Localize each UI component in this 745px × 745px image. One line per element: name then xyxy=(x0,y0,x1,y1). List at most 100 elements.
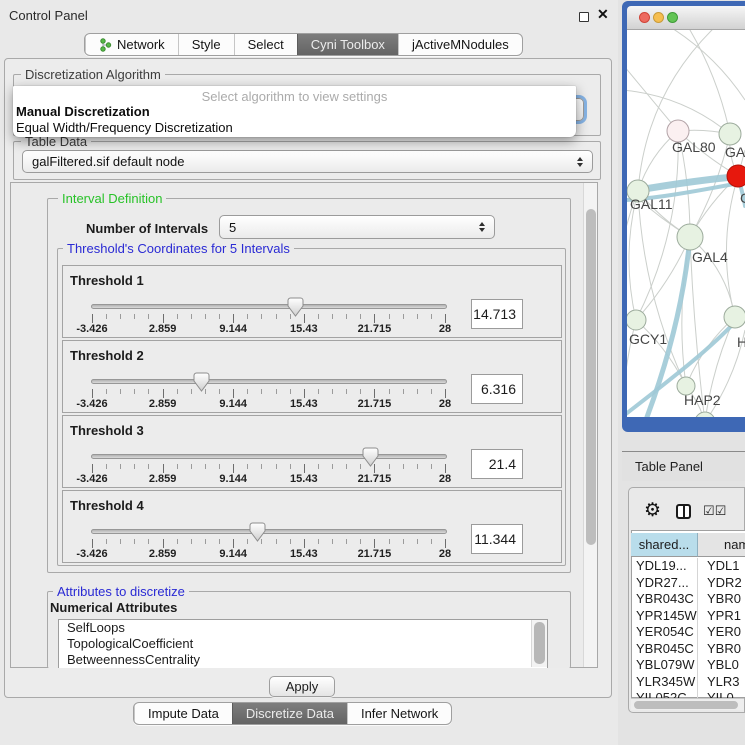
float-window-icon[interactable] xyxy=(579,12,589,22)
cell-shared-name[interactable]: YDR27... xyxy=(631,575,698,592)
slider-track[interactable] xyxy=(91,379,447,384)
threshold-value-field[interactable]: 6.316 xyxy=(471,374,523,404)
tab[interactable]: Infer Network xyxy=(347,703,451,724)
attribute-list-item[interactable]: TopologicalCoefficient xyxy=(59,636,547,652)
vertical-scrollbar[interactable] xyxy=(583,183,597,667)
table-row[interactable]: YBR045C YBR0 xyxy=(631,641,745,658)
table-row[interactable]: YBL079W YBL0 xyxy=(631,657,745,674)
threshold-value-field[interactable]: 21.4 xyxy=(471,449,523,479)
cell-shared-name[interactable]: YBL079W xyxy=(631,657,698,674)
close-icon[interactable]: ✕ xyxy=(597,6,609,23)
node-label: H xyxy=(737,334,745,350)
slider-thumb[interactable] xyxy=(362,447,379,467)
close-traffic-icon[interactable] xyxy=(639,12,650,23)
cell-shared-name[interactable]: YER054C xyxy=(631,624,698,641)
scrollbar-thumb[interactable] xyxy=(634,701,738,709)
table-row[interactable]: YER054C YER0 xyxy=(631,624,745,641)
column-header-shared[interactable]: shared... xyxy=(631,533,698,557)
tab[interactable]: Cyni Toolbox xyxy=(297,34,398,55)
network-node-gal3[interactable] xyxy=(719,123,741,145)
tab[interactable]: Select xyxy=(234,34,297,55)
slider-tick-labels: -3.4262.8599.14415.4321.71528 xyxy=(92,398,445,410)
slider-thumb[interactable] xyxy=(193,372,210,392)
dropdown-option[interactable]: Manual Discretization xyxy=(13,104,576,120)
tab[interactable]: Network xyxy=(85,34,178,55)
split-view-icon[interactable] xyxy=(676,504,691,519)
network-edge[interactable] xyxy=(726,176,738,317)
attribute-list-item[interactable]: SelfLoops xyxy=(59,620,547,636)
cell-shared-name[interactable]: YIL052C xyxy=(631,690,698,698)
column-header-name[interactable]: name xyxy=(698,533,745,557)
table-header-row: shared... name xyxy=(631,533,745,557)
table-row[interactable]: YPR145W YPR1 xyxy=(631,608,745,625)
cell-name[interactable]: YBR0 xyxy=(698,641,741,658)
threshold-panel: Threshold 1 -3.4262.8599.14415.4321.7152… xyxy=(62,265,562,338)
cell-shared-name[interactable]: YDL19... xyxy=(631,558,698,575)
table-row[interactable]: YBR043C YBR0 xyxy=(631,591,745,608)
cyni-mode-tabs: Impute Data Discretize Data Infer Networ… xyxy=(133,702,452,725)
scrollbar-thumb[interactable] xyxy=(586,209,596,545)
cell-name[interactable]: YPR1 xyxy=(698,608,741,625)
slider-track[interactable] xyxy=(91,304,447,309)
threshold-value-field[interactable]: 14.713 xyxy=(471,299,523,329)
table-row[interactable]: YDL19... YDL1 xyxy=(631,558,745,575)
panel-title: Control Panel xyxy=(9,8,88,23)
node-label: GAL11 xyxy=(630,196,673,212)
attributes-listbox: SelfLoopsTopologicalCoefficientBetweenne… xyxy=(58,619,548,668)
select-columns-icon[interactable]: ☑☑ xyxy=(703,503,726,519)
network-view-window: GAL80GACGAL11GAL4GCY1HHAP2 xyxy=(622,1,745,432)
slider-thumb[interactable] xyxy=(287,297,304,317)
cell-name[interactable]: YIL0 xyxy=(698,690,734,698)
tab-label: Cyni Toolbox xyxy=(311,37,385,52)
node-label: HAP2 xyxy=(684,392,721,408)
table-horizontal-scrollbar[interactable] xyxy=(631,698,744,710)
cell-name[interactable]: YLR3 xyxy=(698,674,740,691)
cell-name[interactable]: YBR0 xyxy=(698,591,741,608)
tab[interactable]: Impute Data xyxy=(134,703,232,724)
cell-name[interactable]: YDL1 xyxy=(698,558,740,575)
table-panel-toolbar: ⚙ ☑☑ xyxy=(628,495,745,527)
network-node-gal4[interactable] xyxy=(677,224,703,250)
table-row[interactable]: YIL052C YIL0 xyxy=(631,690,745,698)
cell-shared-name[interactable]: YBR043C xyxy=(631,591,698,608)
table-data-combobox[interactable]: galFiltered.sif default node xyxy=(22,150,593,173)
settings-gear-icon[interactable]: ⚙ xyxy=(644,501,661,521)
slider-tick-labels: -3.4262.8599.14415.4321.71528 xyxy=(92,323,445,335)
apply-button[interactable]: Apply xyxy=(269,676,335,697)
slider-thumb[interactable] xyxy=(249,522,266,542)
network-node-hnode[interactable] xyxy=(724,306,745,328)
table-row[interactable]: YDR27... YDR2 xyxy=(631,575,745,592)
dropdown-option[interactable]: Equal Width/Frequency Discretization xyxy=(13,120,576,136)
zoom-traffic-icon[interactable] xyxy=(667,12,678,23)
cell-name[interactable]: YDR2 xyxy=(698,575,742,592)
num-intervals-combobox[interactable]: 5 xyxy=(219,215,495,239)
network-edge[interactable] xyxy=(638,191,686,386)
table-data-value: galFiltered.sif default node xyxy=(32,154,184,169)
network-node-bnode[interactable] xyxy=(695,412,715,417)
slider-tick-labels: -3.4262.8599.14415.4321.71528 xyxy=(92,473,445,485)
cell-shared-name[interactable]: YBR045C xyxy=(631,641,698,658)
network-window-titlebar[interactable] xyxy=(627,6,745,30)
tab[interactable]: jActiveMNodules xyxy=(398,34,522,55)
network-node-red[interactable] xyxy=(727,165,745,187)
slider-tick-labels: -3.4262.8599.14415.4321.71528 xyxy=(92,548,445,560)
scrollbar-thumb[interactable] xyxy=(534,622,545,664)
slider-track[interactable] xyxy=(91,454,447,459)
network-node-gcy1[interactable] xyxy=(627,310,646,330)
network-canvas[interactable]: GAL80GACGAL11GAL4GCY1HHAP2 xyxy=(627,30,745,417)
tab-label: Select xyxy=(248,37,284,52)
minimize-traffic-icon[interactable] xyxy=(653,12,664,23)
attributes-scrollbar[interactable] xyxy=(531,620,547,667)
node-label: GAL80 xyxy=(672,139,716,155)
slider-track[interactable] xyxy=(91,529,447,534)
cell-shared-name[interactable]: YPR145W xyxy=(631,608,698,625)
threshold-value-field[interactable]: 11.344 xyxy=(471,524,523,554)
node-label: GCY1 xyxy=(629,331,667,347)
table-row[interactable]: YLR345W YLR3 xyxy=(631,674,745,691)
cell-name[interactable]: YER0 xyxy=(698,624,741,641)
tab[interactable]: Discretize Data xyxy=(232,703,347,724)
cell-shared-name[interactable]: YLR345W xyxy=(631,674,698,691)
cell-name[interactable]: YBL0 xyxy=(698,657,739,674)
attribute-list-item[interactable]: BetweennessCentrality xyxy=(59,652,547,668)
tab[interactable]: Style xyxy=(178,34,234,55)
